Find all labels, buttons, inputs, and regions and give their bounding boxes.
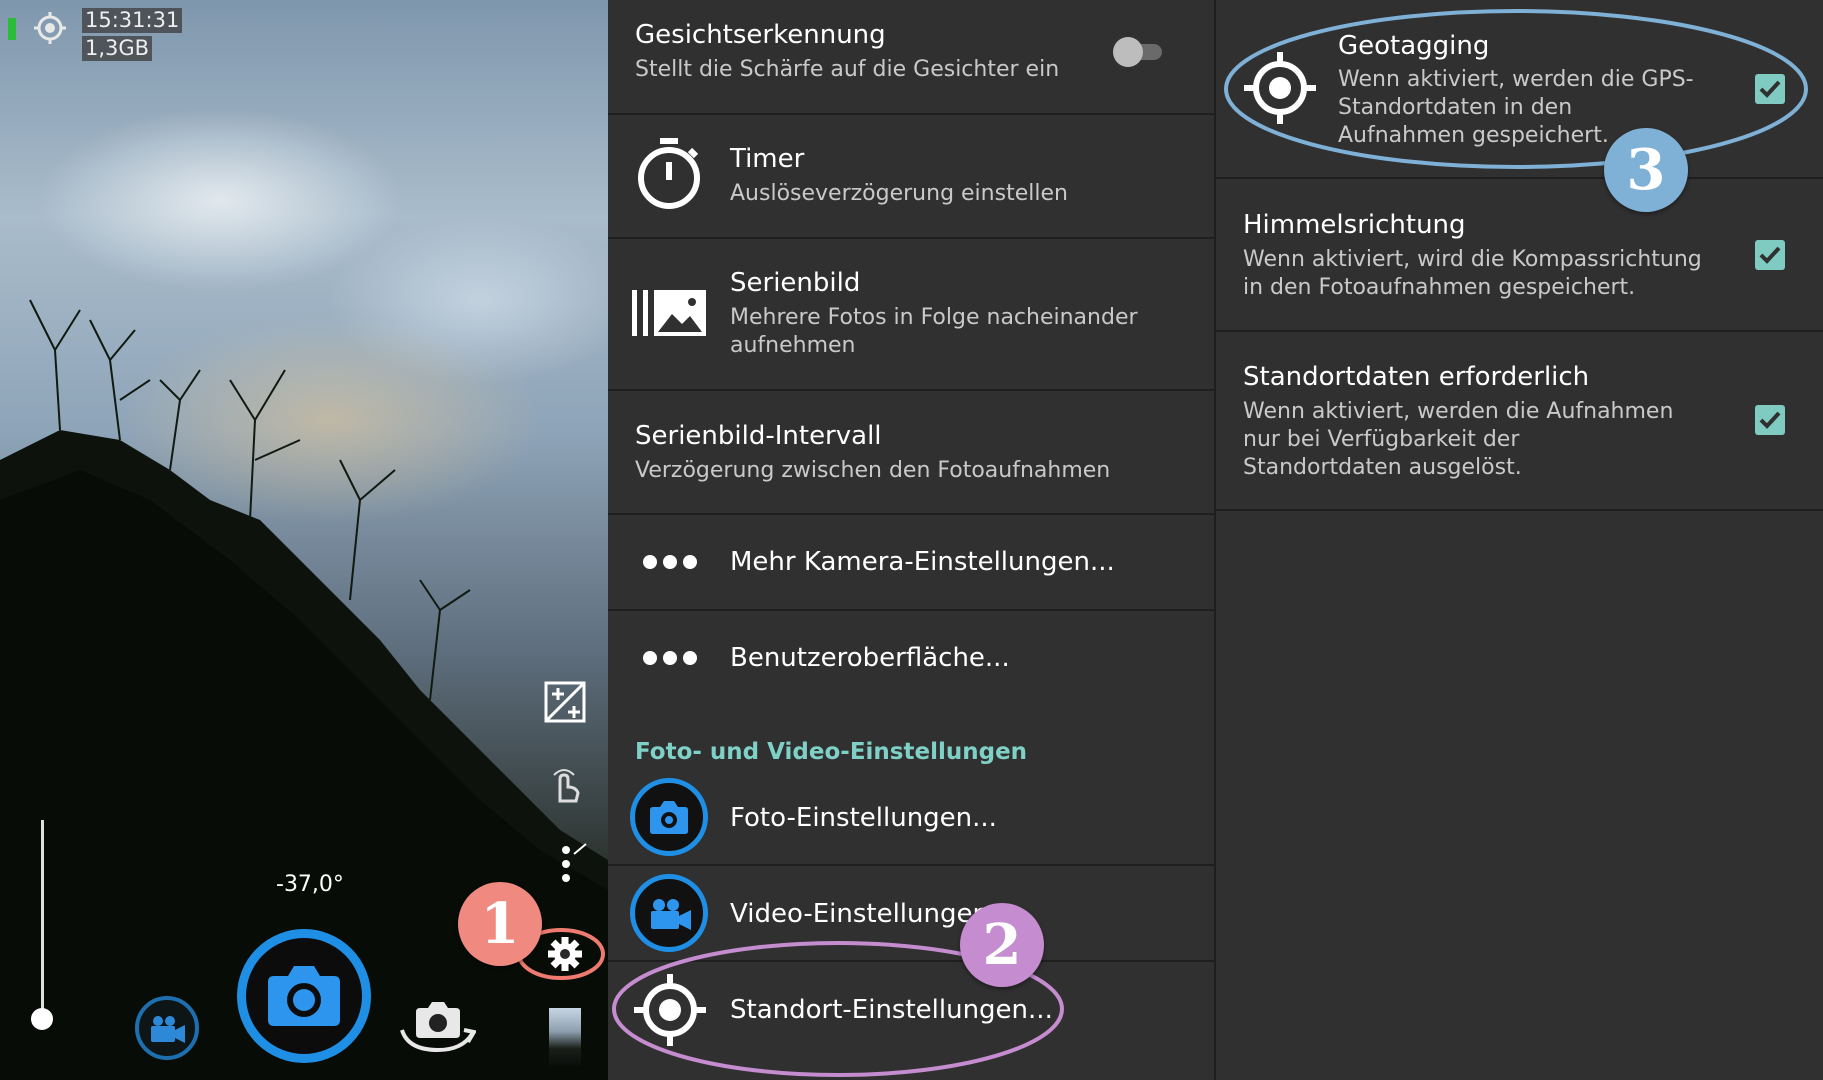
menu-item-title: Serienbild-Intervall: [635, 421, 882, 451]
battery-indicator: [8, 18, 16, 40]
divider: [608, 864, 1214, 866]
annotation-ellipse-3: [1224, 9, 1808, 169]
compass-direction-checkbox[interactable]: [1755, 240, 1785, 270]
menu-item-title: Benutzeroberfläche...: [730, 643, 1010, 673]
setting-title: Standortdaten erforderlich: [1243, 362, 1590, 392]
settings-menu: Gesichtserkennung Stellt die Schärfe auf…: [608, 0, 1214, 1080]
menu-item-title: Gesichtserkennung: [635, 20, 886, 50]
menu-item-subtitle: Mehrere Fotos in Folge nacheinander aufn…: [730, 305, 1138, 358]
divider: [608, 513, 1214, 515]
checkmark-icon: [1759, 246, 1781, 264]
divider: [608, 113, 1214, 115]
gallery-thumbnail[interactable]: [549, 1008, 581, 1066]
divider: [1216, 177, 1823, 179]
setting-title: Himmelsrichtung: [1243, 210, 1466, 240]
section-header: Foto- und Video-Einstellungen: [635, 739, 1028, 765]
menu-item-subtitle: Auslöseverzögerung einstellen: [730, 181, 1068, 206]
face-detection-toggle-thumb[interactable]: [1113, 37, 1143, 67]
divider: [1216, 509, 1823, 511]
timer-icon: [638, 138, 700, 209]
zoom-slider-track[interactable]: [41, 820, 44, 1020]
status-time: 15:31:31: [82, 8, 183, 33]
menu-item-subtitle: Stellt die Schärfe auf die Gesichter ein: [635, 57, 1060, 82]
annotation-badge-3: 3: [1604, 128, 1688, 212]
annotation-badge-1: 1: [458, 882, 542, 966]
video-camera-icon: [651, 899, 691, 930]
menu-item-title: Serienbild: [730, 268, 861, 298]
more-dots-icon: [643, 651, 697, 665]
more-dots-icon[interactable]: [556, 842, 592, 886]
checkmark-icon: [1759, 411, 1781, 429]
location-target-icon: [34, 12, 66, 44]
burst-icon: [632, 290, 706, 336]
setting-subtitle: Wenn aktiviert, wird die Kompassrichtung…: [1243, 247, 1702, 300]
more-dots-icon: [643, 555, 697, 569]
camera-icon: [650, 801, 688, 834]
angle-readout: -37,0°: [276, 872, 344, 897]
switch-camera-icon[interactable]: [398, 996, 476, 1056]
exposure-icon[interactable]: [543, 680, 587, 724]
camera-icon: [268, 966, 340, 1026]
location-required-checkbox[interactable]: [1755, 405, 1785, 435]
touch-icon[interactable]: [546, 765, 586, 805]
divider: [1216, 330, 1823, 332]
location-settings-panel: Geotagging Wenn aktiviert, werden die GP…: [1214, 0, 1823, 1080]
status-storage: 1,3GB: [82, 36, 153, 61]
menu-item-title: Foto-Einstellungen...: [730, 803, 997, 833]
menu-item-title: Mehr Kamera-Einstellungen...: [730, 547, 1115, 577]
shutter-button[interactable]: [237, 929, 371, 1063]
menu-item-subtitle: Verzögerung zwischen den Fotoaufnahmen: [635, 458, 1111, 483]
camera-preview[interactable]: 15:31:31 1,3GB -37,0° 1: [0, 0, 608, 1080]
video-camera-icon: [151, 1016, 185, 1043]
divider: [608, 237, 1214, 239]
divider: [608, 389, 1214, 391]
setting-subtitle: Wenn aktiviert, werden die Aufnahmen nur…: [1243, 399, 1674, 480]
video-mode-button[interactable]: [135, 996, 199, 1060]
annotation-badge-2: 2: [960, 903, 1044, 987]
zoom-slider-handle[interactable]: [31, 1008, 53, 1030]
photo-settings-icon-circle: [630, 778, 708, 856]
menu-item-title: Timer: [730, 144, 805, 174]
divider: [608, 609, 1214, 611]
